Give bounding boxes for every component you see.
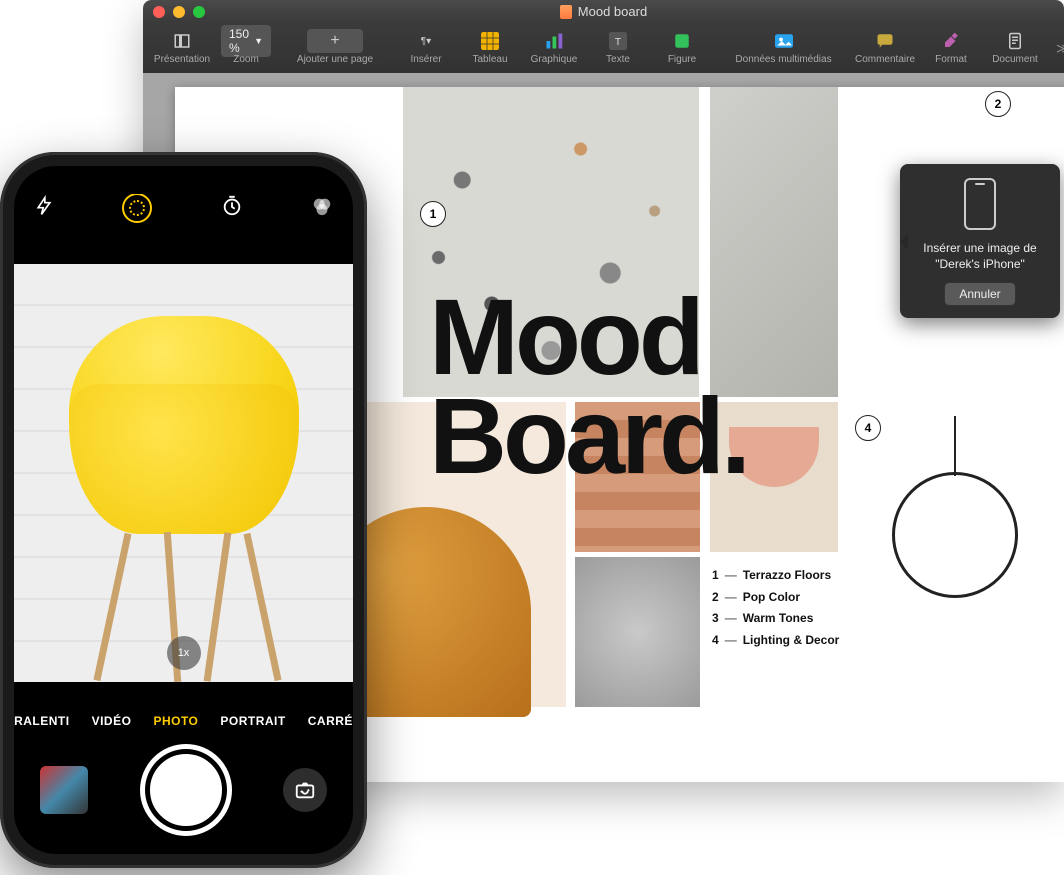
mode-carre[interactable]: CARRÉ [308, 714, 353, 728]
document-title: Mood board [143, 4, 1064, 19]
popover-text: Insérer une image de "Derek's iPhone" [910, 240, 1050, 272]
document-title-text: Mood board [578, 4, 647, 19]
add-page-label: Ajouter une page [297, 54, 373, 65]
timer-icon[interactable] [221, 195, 243, 222]
insert-label: Insérer [410, 54, 441, 65]
text-label: Texte [606, 54, 630, 65]
format-button[interactable]: Format [920, 29, 982, 67]
mode-ralenti[interactable]: RALENTI [14, 714, 70, 728]
shutter-button[interactable] [145, 749, 227, 831]
media-label: Données multimédias [735, 54, 831, 65]
iphone-notch [99, 166, 269, 194]
legend-label: Lighting & Decor [743, 630, 840, 652]
chair-seat [69, 384, 299, 534]
marker-4: 4 [855, 415, 881, 441]
text-button[interactable]: T Texte [587, 29, 649, 67]
insert-from-iphone-popover: Insérer une image de "Derek's iPhone" An… [900, 164, 1060, 318]
legend-row: 2—Pop Color [712, 587, 839, 609]
image-mirror[interactable] [875, 402, 1035, 707]
zoom-label: Zoom [233, 54, 259, 65]
title-line-2: Board. [429, 375, 747, 496]
shape-button[interactable]: Figure [651, 29, 713, 67]
chart-button[interactable]: Graphique [523, 29, 585, 67]
switch-camera-button[interactable] [283, 768, 327, 812]
camera-viewfinder[interactable]: 1x [14, 264, 353, 682]
marker-2: 2 [985, 91, 1011, 117]
mode-portrait[interactable]: PORTRAIT [220, 714, 285, 728]
document-label: Document [992, 54, 1038, 65]
chart-label: Graphique [531, 54, 578, 65]
legend-label: Terrazzo Floors [743, 565, 831, 587]
live-photo-icon[interactable] [122, 193, 152, 223]
marker-1: 1 [420, 201, 446, 227]
toolbar-overflow-button[interactable]: ≫ [1048, 40, 1064, 57]
legend-row: 3—Warm Tones [712, 608, 839, 630]
camera-mode-selector[interactable]: RALENTI VIDÉO PHOTO PORTRAIT CARRÉ [14, 706, 353, 736]
zoom-1x-button[interactable]: 1x [167, 636, 201, 670]
media-button[interactable]: Données multimédias [715, 29, 852, 67]
zoom-button[interactable]: 150 %▼ Zoom [215, 29, 277, 67]
table-label: Tableau [472, 54, 507, 65]
legend-row: 4—Lighting & Decor [712, 630, 839, 652]
add-page-button[interactable]: + Ajouter une page [279, 29, 391, 67]
legend-label: Pop Color [743, 587, 800, 609]
zoom-value: 150 % [229, 27, 250, 55]
filters-icon[interactable] [311, 195, 333, 222]
flash-icon[interactable] [34, 194, 54, 223]
camera-bottom-bar [14, 744, 353, 836]
toolbar: Présentation 150 %▼ Zoom + Ajouter une p… [143, 23, 1064, 74]
mood-board-title[interactable]: Mood Board. [429, 287, 747, 486]
legend-row: 1—Terrazzo Floors [712, 565, 839, 587]
format-label: Format [935, 54, 967, 65]
comment-label: Commentaire [855, 54, 915, 65]
iphone-device: 1x RALENTI VIDÉO PHOTO PORTRAIT CARRÉ [0, 152, 367, 868]
window-titlebar: Mood board [143, 0, 1064, 23]
view-label: Présentation [154, 54, 210, 65]
shape-label: Figure [668, 54, 696, 65]
last-photo-thumbnail[interactable] [40, 766, 88, 814]
legend: 1—Terrazzo Floors 2—Pop Color 3—Warm Ton… [712, 565, 839, 651]
cancel-button[interactable]: Annuler [944, 282, 1015, 306]
image-fur[interactable] [575, 557, 700, 707]
insert-button[interactable]: ¶▾ Insérer [395, 29, 457, 67]
mode-photo[interactable]: PHOTO [153, 714, 198, 728]
svg-text:T: T [615, 36, 622, 48]
table-button[interactable]: Tableau [459, 29, 521, 67]
iphone-outline-icon [964, 178, 996, 230]
mode-video[interactable]: VIDÉO [92, 714, 132, 728]
document-button[interactable]: Document [984, 29, 1046, 67]
comment-button[interactable]: Commentaire [854, 29, 916, 67]
view-button[interactable]: Présentation [151, 29, 213, 67]
iphone-screen: 1x RALENTI VIDÉO PHOTO PORTRAIT CARRÉ [14, 166, 353, 854]
pages-document-icon [560, 5, 572, 19]
legend-label: Warm Tones [743, 608, 814, 630]
